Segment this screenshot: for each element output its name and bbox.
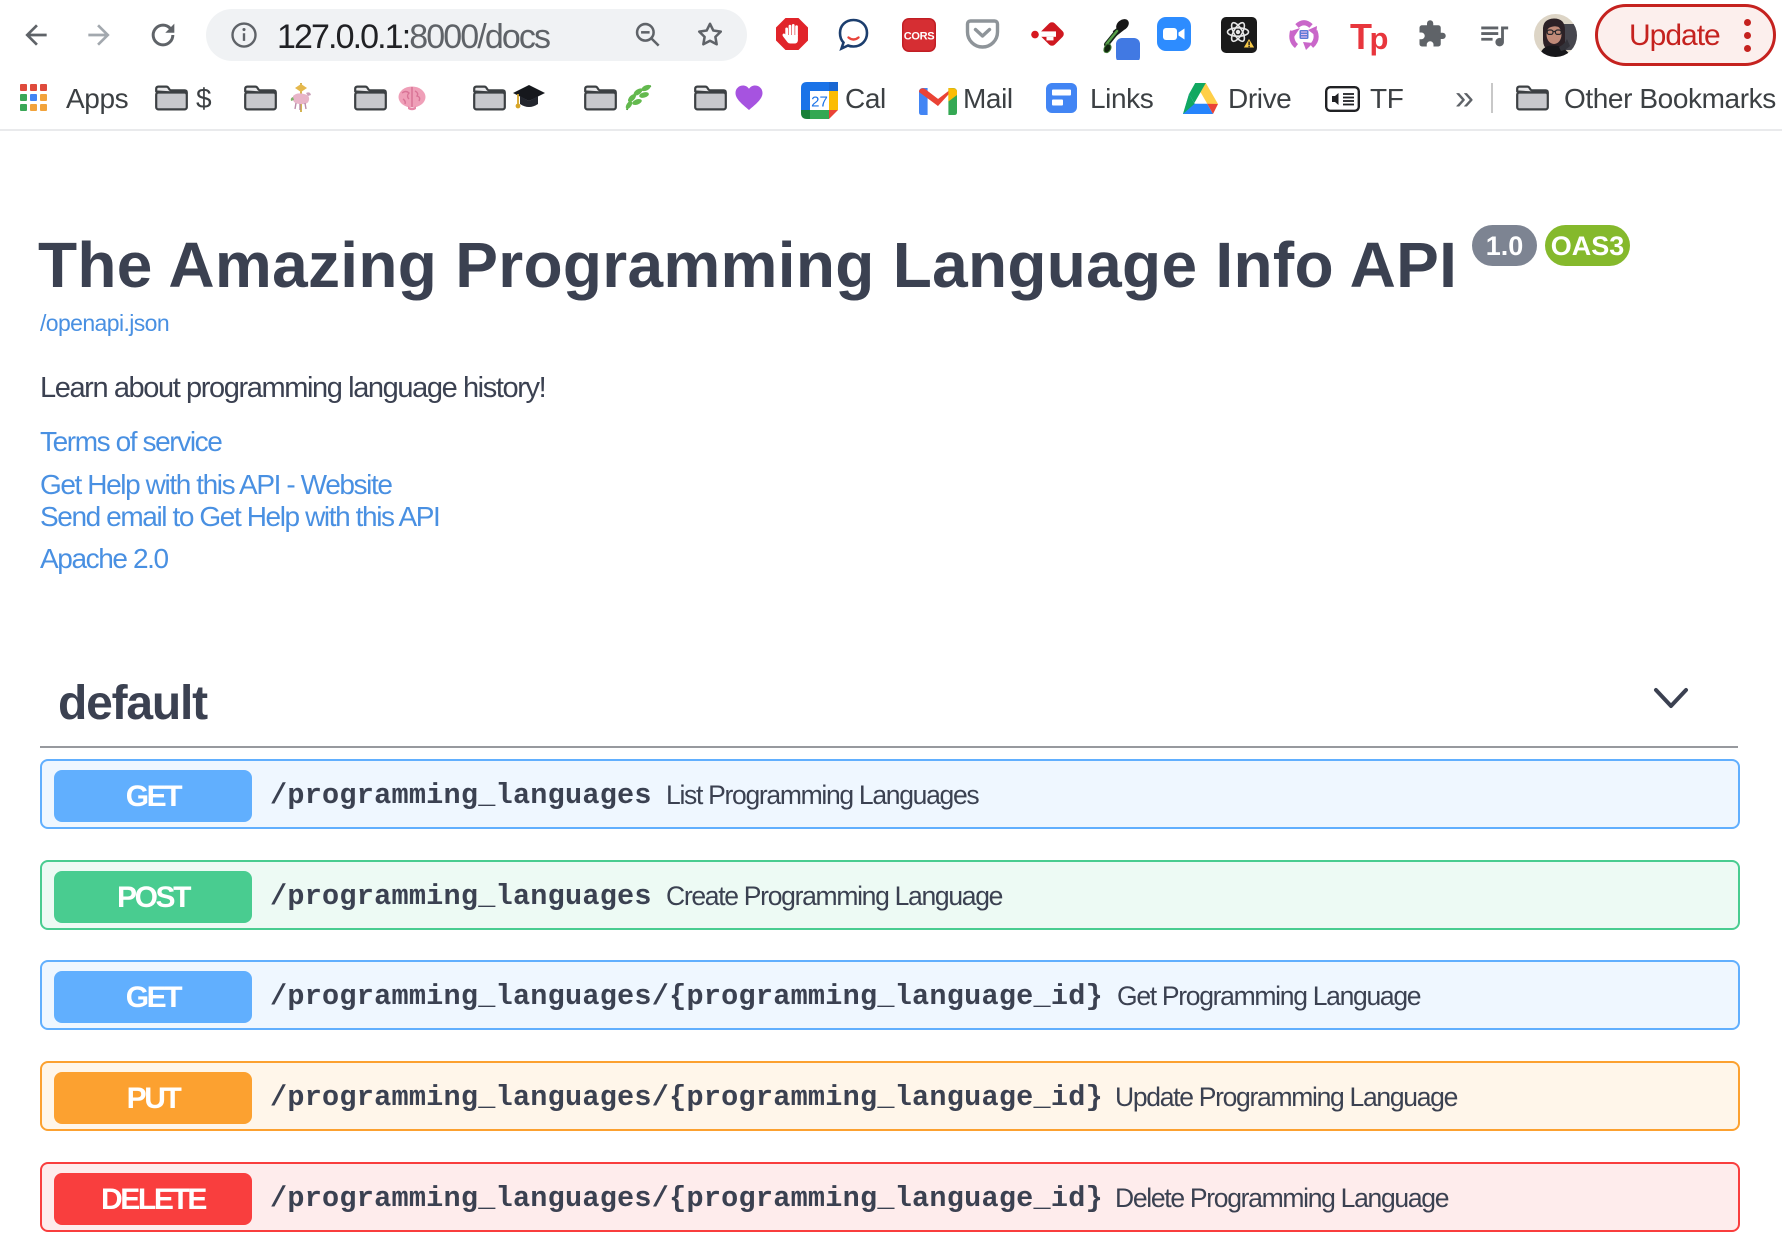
svg-text:CORS: CORS bbox=[904, 31, 935, 43]
svg-text:27: 27 bbox=[811, 94, 828, 111]
